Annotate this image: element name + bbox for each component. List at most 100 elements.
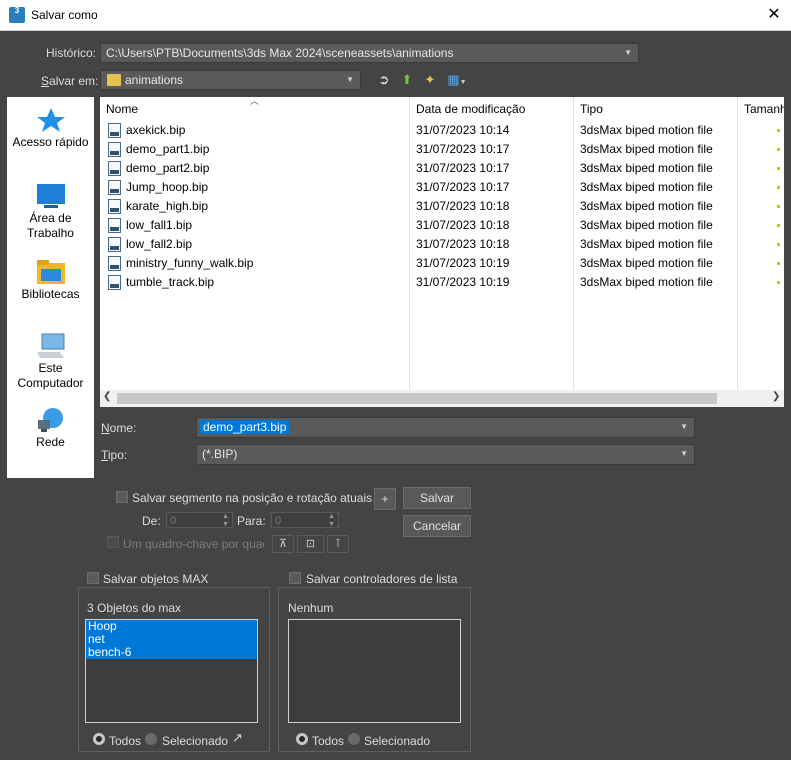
objects-radio-all[interactable] [93,733,105,745]
keyframe-per-frame-checkbox[interactable] [107,536,119,548]
file-name: karate_high.bip [126,199,209,213]
scroll-right-icon[interactable]: ❯ [772,391,780,402]
file-name: low_fall2.bip [126,237,193,251]
file-type: 3dsMax biped motion file [580,218,713,232]
scrollbar-thumb[interactable] [117,393,717,404]
bip-file-icon [108,275,121,290]
nome-input[interactable]: demo_part3.bip ▼ [196,417,695,438]
place-libraries[interactable]: Bibliotecas [7,259,94,302]
controllers-radio-all[interactable] [296,733,308,745]
file-date: 31/07/2023 10:19 [416,256,510,270]
controllers-group-title: Nenhum [288,601,334,615]
column-date-label: Data de modificação [416,102,526,116]
list-item[interactable]: bench-6 [86,646,257,659]
controllers-radio-selected-label: Selecionado [364,734,431,748]
size-marker [777,224,780,227]
tipo-select[interactable]: (*.BIP) ▼ [196,444,695,465]
salvar-segmento-checkbox[interactable] [116,491,128,503]
libraries-icon [36,260,65,284]
bip-file-icon [108,199,121,214]
file-name: tumble_track.bip [126,275,215,289]
place-label: Este [38,361,63,375]
salvar-controladores-checkbox[interactable] [289,572,301,584]
bip-file-icon [108,123,121,138]
controllers-radio-all-label: Todos [312,734,345,748]
historico-combo[interactable]: C:\Users\PTB\Documents\3ds Max 2024\scen… [100,43,639,63]
table-row[interactable]: ministry_funny_walk.bip 31/07/2023 10:19 3… [100,254,780,273]
arrow-up-right-icon[interactable]: ↗ [232,730,243,746]
file-date: 31/07/2023 10:17 [416,180,510,194]
table-row[interactable]: demo_part2.bip 31/07/2023 10:17 3dsMax bip… [100,159,780,178]
para-value: 0 [275,515,282,527]
table-row[interactable]: tumble_track.bip 31/07/2023 10:19 3dsMax b… [100,273,780,292]
computer-icon [36,333,64,358]
size-marker [777,167,780,170]
place-label: Bibliotecas [21,287,80,301]
key-tool-1-icon[interactable]: ⊼ [272,535,294,553]
chevron-down-icon: ▼ [680,422,688,431]
salvar-objetos-max-label: Salvar objetos MAX [103,572,209,586]
file-type: 3dsMax biped motion file [580,161,713,175]
table-row[interactable]: Jump_hoop.bip 31/07/2023 10:17 3dsMax bipe… [100,178,780,197]
place-label: Área de [29,211,72,225]
table-row[interactable]: low_fall1.bip 31/07/2023 10:18 3dsMax bipe… [100,216,780,235]
file-date: 31/07/2023 10:18 [416,218,510,232]
salvar-em-label: Salvar em: [41,74,99,88]
file-list[interactable]: Nome ︿ Data de modificação Tipo Tamanh a… [100,96,784,407]
salvar-em-combo[interactable]: animations ▼ [100,70,361,90]
size-marker [777,243,780,246]
table-row[interactable]: demo_part1.bip 31/07/2023 10:17 3dsMax bip… [100,140,780,159]
save-button[interactable]: Salvar [403,487,471,509]
file-type: 3dsMax biped motion file [580,142,713,156]
file-name: Jump_hoop.bip [126,180,209,194]
quick-access-star-icon [36,108,65,132]
salvar-segmento-label: Salvar segmento na posição e rotação atu… [132,491,373,505]
bip-file-icon [108,237,121,252]
place-desktop[interactable]: Área de Trabalho [7,183,94,241]
key-tool-3-icon[interactable]: ⊺ [327,535,349,553]
places-bar: Acesso rápido Área de Trabalho Bibliotec… [7,97,94,478]
para-spinner[interactable]: 0 ▲ ▼ [271,512,339,528]
file-type: 3dsMax biped motion file [580,237,713,251]
column-header-type[interactable]: Tipo [574,97,738,121]
table-row[interactable]: low_fall2.bip 31/07/2023 10:18 3dsMax bipe… [100,235,780,254]
bip-file-icon [108,256,121,271]
new-folder-icon[interactable]: ✦ [421,71,439,89]
place-computer[interactable]: Este Computador [7,333,94,391]
horizontal-scrollbar[interactable]: ❮ ❯ [100,390,784,407]
key-tool-2-icon[interactable]: ⊡ [297,535,324,553]
de-spinner[interactable]: 0 ▲ ▼ [166,512,233,528]
list-item[interactable]: Hoop [86,620,257,633]
de-value: 0 [170,515,177,527]
bip-file-icon [108,218,121,233]
place-network[interactable]: Rede [7,407,94,450]
size-marker [777,148,780,151]
column-type-label: Tipo [580,102,603,116]
file-name: low_fall1.bip [126,218,193,232]
salvar-objetos-max-checkbox[interactable] [87,572,99,584]
title-bar: 3 Salvar como ✕ [0,0,791,31]
column-header-date[interactable]: Data de modificação [410,97,574,121]
view-menu-icon[interactable]: ▦▼ [444,71,470,89]
add-segment-button[interactable]: + [374,488,396,510]
close-button[interactable]: ✕ [760,4,788,26]
sort-ascending-icon: ︿ [250,96,260,106]
file-date: 31/07/2023 10:17 [416,161,510,175]
objects-listbox[interactable]: Hoop net bench-6 [85,619,258,723]
objects-group-title: 3 Objetos do max [87,601,182,615]
chevron-down-icon: ▼ [680,449,688,458]
up-folder-icon[interactable]: ⬆ [398,71,416,89]
bip-file-icon [108,161,121,176]
objects-radio-selected[interactable] [145,733,157,745]
back-icon[interactable]: ➲ [375,71,393,89]
place-quick-access[interactable]: Acesso rápido [7,107,94,150]
close-icon: ✕ [767,6,781,23]
controllers-listbox[interactable] [288,619,461,723]
table-row[interactable]: karate_high.bip 31/07/2023 10:18 3dsMax bi… [100,197,780,216]
table-row[interactable]: axekick.bip 31/07/2023 10:14 3dsMax biped … [100,121,780,140]
column-header-size[interactable]: Tamanh [738,97,784,121]
scroll-left-icon[interactable]: ❮ [103,391,111,402]
cancel-button[interactable]: Cancelar [403,515,471,537]
controllers-radio-selected[interactable] [348,733,360,745]
objects-radio-selected-label: Selecionado [162,734,229,748]
